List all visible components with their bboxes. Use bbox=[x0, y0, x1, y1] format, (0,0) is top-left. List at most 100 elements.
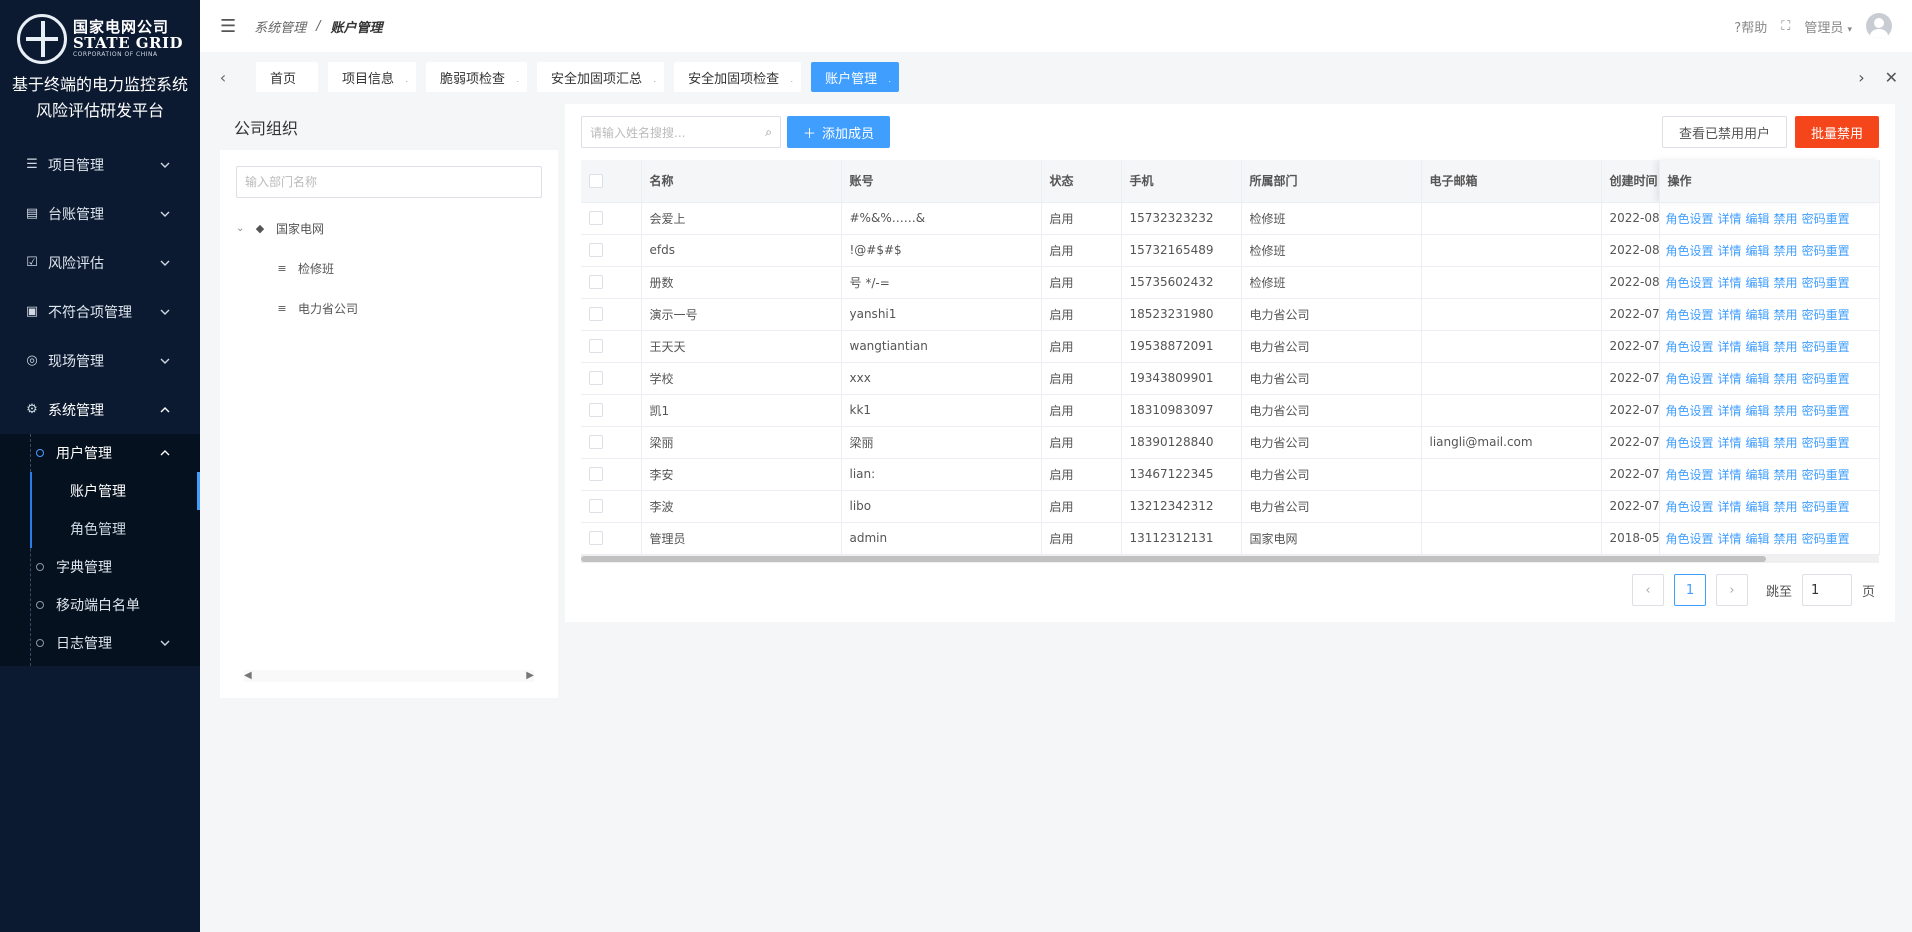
details-link[interactable]: 详情 bbox=[1718, 404, 1742, 418]
sidebar-item-user-mgmt[interactable]: 用户管理 bbox=[0, 434, 200, 472]
tree-node-root[interactable]: ⌄ ◆ 国家电网 bbox=[236, 208, 542, 248]
row-checkbox[interactable] bbox=[589, 531, 603, 546]
reset-password-link[interactable]: 密码重置 bbox=[1802, 436, 1850, 450]
reset-password-link[interactable]: 密码重置 bbox=[1802, 340, 1850, 354]
reset-password-link[interactable]: 密码重置 bbox=[1802, 500, 1850, 514]
disable-link[interactable]: 禁用 bbox=[1774, 372, 1798, 386]
reset-password-link[interactable]: 密码重置 bbox=[1802, 308, 1850, 322]
row-checkbox[interactable] bbox=[589, 243, 603, 258]
dept-search-input[interactable] bbox=[236, 166, 542, 198]
avatar[interactable] bbox=[1866, 13, 1892, 39]
collapse-menu-icon[interactable]: ☰ bbox=[220, 16, 236, 37]
sidebar-item-system-mgmt[interactable]: ⚙ 系统管理 bbox=[0, 385, 200, 434]
sidebar-item-role-mgmt[interactable]: 角色管理 bbox=[0, 510, 200, 548]
table-horizontal-scrollbar[interactable] bbox=[581, 554, 1879, 563]
row-checkbox[interactable] bbox=[589, 435, 603, 450]
tab-close-icon[interactable]: . bbox=[889, 75, 892, 84]
role-settings-link[interactable]: 角色设置 bbox=[1666, 308, 1714, 322]
user-dropdown[interactable]: 管理员 ▾ bbox=[1804, 17, 1852, 36]
details-link[interactable]: 详情 bbox=[1718, 436, 1742, 450]
sidebar-item-nonconformity-mgmt[interactable]: ▣ 不符合项管理 bbox=[0, 287, 200, 336]
batch-disable-button[interactable]: 批量禁用 bbox=[1794, 116, 1879, 148]
reset-password-link[interactable]: 密码重置 bbox=[1802, 404, 1850, 418]
sidebar-item-mobile-whitelist[interactable]: 移动端白名单 bbox=[0, 586, 200, 624]
row-checkbox[interactable] bbox=[589, 467, 603, 482]
edit-link[interactable]: 编辑 bbox=[1746, 404, 1770, 418]
edit-link[interactable]: 编辑 bbox=[1746, 500, 1770, 514]
edit-link[interactable]: 编辑 bbox=[1746, 532, 1770, 546]
role-settings-link[interactable]: 角色设置 bbox=[1666, 276, 1714, 290]
tab-hardening-summary[interactable]: 安全加固项汇总. bbox=[537, 62, 665, 92]
role-settings-link[interactable]: 角色设置 bbox=[1666, 212, 1714, 226]
tab-home[interactable]: 首页 bbox=[256, 62, 319, 92]
edit-link[interactable]: 编辑 bbox=[1746, 340, 1770, 354]
disable-link[interactable]: 禁用 bbox=[1774, 244, 1798, 258]
tree-node-child[interactable]: ≡ 电力省公司 bbox=[236, 288, 542, 328]
edit-link[interactable]: 编辑 bbox=[1746, 308, 1770, 322]
reset-password-link[interactable]: 密码重置 bbox=[1802, 276, 1850, 290]
sidebar-item-project-mgmt[interactable]: ☰ 项目管理 bbox=[0, 140, 200, 189]
details-link[interactable]: 详情 bbox=[1718, 276, 1742, 290]
disable-link[interactable]: 禁用 bbox=[1774, 436, 1798, 450]
prev-page-button[interactable]: ‹ bbox=[1631, 574, 1664, 606]
edit-link[interactable]: 编辑 bbox=[1746, 468, 1770, 482]
scroll-left-icon[interactable]: ◀ bbox=[244, 670, 252, 682]
tab-close-icon[interactable]: . bbox=[654, 75, 657, 84]
sidebar-item-log-mgmt[interactable]: 日志管理 bbox=[0, 624, 200, 662]
edit-link[interactable]: 编辑 bbox=[1746, 372, 1770, 386]
disable-link[interactable]: 禁用 bbox=[1774, 276, 1798, 290]
edit-link[interactable]: 编辑 bbox=[1746, 212, 1770, 226]
disable-link[interactable]: 禁用 bbox=[1774, 500, 1798, 514]
select-all-checkbox[interactable] bbox=[589, 174, 603, 188]
edit-link[interactable]: 编辑 bbox=[1746, 436, 1770, 450]
details-link[interactable]: 详情 bbox=[1718, 468, 1742, 482]
row-checkbox[interactable] bbox=[589, 275, 603, 290]
reset-password-link[interactable]: 密码重置 bbox=[1802, 468, 1850, 482]
breadcrumb-item-system-mgmt[interactable]: 系统管理 bbox=[254, 17, 306, 36]
tab-hardening-check[interactable]: 安全加固项检查. bbox=[674, 62, 802, 92]
row-checkbox[interactable] bbox=[589, 371, 603, 386]
org-horizontal-scrollbar[interactable]: ◀ ▶ bbox=[244, 670, 534, 682]
close-all-tabs-icon[interactable]: ✕ bbox=[1885, 68, 1898, 87]
details-link[interactable]: 详情 bbox=[1718, 372, 1742, 386]
goto-page-input[interactable] bbox=[1801, 574, 1852, 606]
scroll-right-icon[interactable]: ▶ bbox=[526, 670, 534, 682]
edit-link[interactable]: 编辑 bbox=[1746, 276, 1770, 290]
tab-project-info[interactable]: 项目信息. bbox=[328, 62, 417, 92]
disable-link[interactable]: 禁用 bbox=[1774, 468, 1798, 482]
reset-password-link[interactable]: 密码重置 bbox=[1802, 372, 1850, 386]
role-settings-link[interactable]: 角色设置 bbox=[1666, 340, 1714, 354]
reset-password-link[interactable]: 密码重置 bbox=[1802, 532, 1850, 546]
tabs-scroll-right-icon[interactable]: › bbox=[1858, 68, 1864, 87]
row-checkbox[interactable] bbox=[589, 307, 603, 322]
details-link[interactable]: 详情 bbox=[1718, 212, 1742, 226]
disable-link[interactable]: 禁用 bbox=[1774, 340, 1798, 354]
role-settings-link[interactable]: 角色设置 bbox=[1666, 244, 1714, 258]
row-checkbox[interactable] bbox=[589, 211, 603, 226]
tab-close-icon[interactable]: . bbox=[405, 75, 408, 84]
tabs-scroll-left-icon[interactable]: ‹ bbox=[200, 68, 246, 87]
tab-vulnerability-check[interactable]: 脆弱项检查. bbox=[426, 62, 528, 92]
sidebar-item-risk-assessment[interactable]: ☑ 风险评估 bbox=[0, 238, 200, 287]
role-settings-link[interactable]: 角色设置 bbox=[1666, 372, 1714, 386]
next-page-button[interactable]: › bbox=[1715, 574, 1748, 606]
role-settings-link[interactable]: 角色设置 bbox=[1666, 404, 1714, 418]
tab-account-mgmt[interactable]: 账户管理. bbox=[811, 62, 900, 92]
disable-link[interactable]: 禁用 bbox=[1774, 404, 1798, 418]
sidebar-item-site-mgmt[interactable]: ◎ 现场管理 bbox=[0, 336, 200, 385]
row-checkbox[interactable] bbox=[589, 499, 603, 514]
details-link[interactable]: 详情 bbox=[1718, 340, 1742, 354]
sidebar-item-dict-mgmt[interactable]: 字典管理 bbox=[0, 548, 200, 586]
reset-password-link[interactable]: 密码重置 bbox=[1802, 212, 1850, 226]
tab-close-icon[interactable]: . bbox=[791, 75, 794, 84]
disable-link[interactable]: 禁用 bbox=[1774, 308, 1798, 322]
role-settings-link[interactable]: 角色设置 bbox=[1666, 436, 1714, 450]
page-number-button[interactable]: 1 bbox=[1673, 574, 1706, 606]
help-link[interactable]: ?帮助 bbox=[1734, 17, 1767, 36]
role-settings-link[interactable]: 角色设置 bbox=[1666, 532, 1714, 546]
reset-password-link[interactable]: 密码重置 bbox=[1802, 244, 1850, 258]
row-checkbox[interactable] bbox=[589, 339, 603, 354]
edit-link[interactable]: 编辑 bbox=[1746, 244, 1770, 258]
sidebar-item-account-mgmt[interactable]: 账户管理 bbox=[0, 472, 200, 510]
view-disabled-users-button[interactable]: 查看已禁用用户 bbox=[1661, 116, 1787, 148]
